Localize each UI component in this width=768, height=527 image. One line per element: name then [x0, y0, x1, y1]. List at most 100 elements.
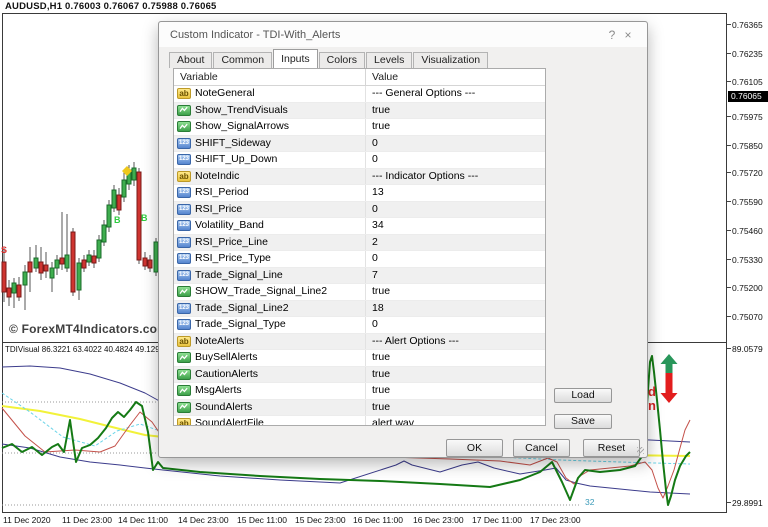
param-row-Trade_Signal_Type[interactable]: 123Trade_Signal_Type0 [174, 317, 545, 334]
tab-common[interactable]: Common [213, 52, 272, 68]
ok-button[interactable]: OK [446, 439, 503, 457]
param-row-RSI_Period[interactable]: 123RSI_Period13 [174, 185, 545, 202]
param-name: SoundAlertFile [195, 416, 264, 426]
param-row-NoteAlerts[interactable]: abNoteAlerts--- Alert Options --- [174, 334, 545, 351]
param-value[interactable]: alert.wav [365, 416, 545, 426]
price-scale-label: 0.75070 [732, 312, 763, 322]
bool-type-icon [177, 369, 191, 380]
str-type-icon: ab [177, 171, 191, 182]
param-value[interactable]: 18 [365, 301, 545, 317]
param-value[interactable]: true [365, 119, 545, 135]
tab-colors[interactable]: Colors [319, 52, 365, 68]
param-name: Trade_Signal_Line [195, 268, 283, 284]
level-32-label: 32 [585, 497, 594, 507]
param-row-Trade_Signal_Line[interactable]: 123Trade_Signal_Line7 [174, 268, 545, 285]
param-value[interactable]: 34 [365, 218, 545, 234]
time-axis-label: 16 Dec 11:00 [353, 515, 403, 525]
param-value[interactable]: 7 [365, 268, 545, 284]
param-row-RSI_Price_Line[interactable]: 123RSI_Price_Line2 [174, 235, 545, 252]
param-row-SHOW_Trade_Signal_Line2[interactable]: SHOW_Trade_Signal_Line2 true [174, 284, 545, 301]
price-scale-label: 29.8991 [732, 498, 763, 508]
tab-about[interactable]: About [169, 52, 212, 68]
param-row-NoteGeneral[interactable]: abNoteGeneral--- General Options --- [174, 86, 545, 103]
int-type-icon: 123 [177, 154, 191, 165]
time-axis-label: 15 Dec 11:00 [237, 515, 287, 525]
price-scale-label: 0.75460 [732, 226, 763, 236]
param-value[interactable]: --- Indicator Options --- [365, 169, 545, 185]
param-name: NoteIndic [195, 169, 239, 185]
param-row-Volatility_Band[interactable]: 123Volatility_Band34 [174, 218, 545, 235]
bool-type-icon [177, 121, 191, 132]
time-axis-label: 14 Dec 11:00 [118, 515, 168, 525]
time-axis-label: 17 Dec 11:00 [472, 515, 522, 525]
param-row-Show_TrendVisuals[interactable]: Show_TrendVisuals true [174, 103, 545, 120]
price-scale-label: 0.75975 [732, 112, 763, 122]
close-icon[interactable]: × [620, 28, 636, 42]
inputs-table-header: Variable Value [174, 69, 545, 86]
resize-grip[interactable] [637, 447, 644, 454]
int-type-icon: 123 [177, 237, 191, 248]
dialog-tabs: AboutCommonInputsColorsLevelsVisualizati… [169, 50, 489, 68]
save-button[interactable]: Save [554, 414, 612, 429]
param-row-SoundAlertFile[interactable]: abSoundAlertFilealert.wav [174, 416, 545, 426]
price-scale-label: 0.75590 [732, 197, 763, 207]
param-name: Trade_Signal_Type [195, 317, 286, 333]
param-row-RSI_Price_Type[interactable]: 123RSI_Price_Type0 [174, 251, 545, 268]
inputs-table-rows: abNoteGeneral--- General Options ---Show… [174, 86, 545, 426]
param-name: SHOW_Trade_Signal_Line2 [195, 284, 327, 300]
param-value[interactable]: 0 [365, 152, 545, 168]
tab-levels[interactable]: Levels [366, 52, 412, 68]
param-row-BuySellAlerts[interactable]: BuySellAlertstrue [174, 350, 545, 367]
param-row-MsgAlerts[interactable]: MsgAlertstrue [174, 383, 545, 400]
tab-inputs[interactable]: Inputs [273, 49, 318, 68]
load-button[interactable]: Load [554, 388, 612, 403]
param-value[interactable]: 0 [365, 136, 545, 152]
param-name: Show_TrendVisuals [195, 103, 288, 119]
price-scale-label: 0.75850 [732, 141, 763, 151]
watermark: © ForexMT4Indicators.com [9, 322, 168, 336]
param-value[interactable]: true [365, 103, 545, 119]
param-name: Volatility_Band [195, 218, 264, 234]
param-row-SoundAlerts[interactable]: SoundAlertstrue [174, 400, 545, 417]
price-scale-label: 0.76365 [732, 20, 763, 30]
param-row-NoteIndic[interactable]: ab NoteIndic --- Indicator Options --- [174, 169, 545, 186]
param-name: Show_SignalArrows [195, 119, 289, 135]
param-value[interactable]: true [365, 284, 545, 300]
param-row-SHIFT_Sideway[interactable]: 123SHIFT_Sideway0 [174, 136, 545, 153]
param-row-RSI_Price[interactable]: 123RSI_Price0 [174, 202, 545, 219]
price-scale-label: 0.75330 [732, 255, 763, 265]
param-value[interactable]: 2 [365, 235, 545, 251]
indicator-values-label: TDIVisual 86.3221 63.4022 40.4824 49.129… [5, 345, 164, 354]
param-row-CautionAlerts[interactable]: CautionAlertstrue [174, 367, 545, 384]
mt4-chart-window: AUDUSD,H1 0.76003 0.76067 0.75988 0.7606… [0, 0, 768, 527]
param-value[interactable]: --- General Options --- [365, 86, 545, 102]
column-header-variable: Variable [174, 69, 365, 85]
dialog-titlebar[interactable]: Custom Indicator - TDI-With_Alerts ? × [159, 22, 647, 47]
tab-visualization[interactable]: Visualization [413, 52, 488, 68]
param-value[interactable]: true [365, 383, 545, 399]
param-value[interactable]: true [365, 367, 545, 383]
param-value[interactable]: true [365, 350, 545, 366]
price-scale-label: 0.75200 [732, 283, 763, 293]
param-row-SHIFT_Up_Down[interactable]: 123 SHIFT_Up_Down 0 [174, 152, 545, 169]
param-name: SHIFT_Up_Down [195, 152, 277, 168]
time-axis-label: 11 Dec 23:00 [62, 515, 112, 525]
param-value[interactable]: --- Alert Options --- [365, 334, 545, 350]
time-axis-label: 14 Dec 23:00 [178, 515, 229, 525]
param-value[interactable]: 0 [365, 317, 545, 333]
param-row-Show_SignalArrows[interactable]: Show_SignalArrows true [174, 119, 545, 136]
cancel-button[interactable]: Cancel [513, 439, 570, 457]
help-icon[interactable]: ? [604, 28, 620, 42]
param-name: Trade_Signal_Line2 [195, 301, 289, 317]
param-value[interactable]: 0 [365, 202, 545, 218]
param-value[interactable]: 13 [365, 185, 545, 201]
param-value[interactable]: true [365, 400, 545, 416]
reset-button[interactable]: Reset [583, 439, 640, 457]
indicator-properties-dialog: Custom Indicator - TDI-With_Alerts ? × A… [158, 21, 648, 458]
param-value[interactable]: 0 [365, 251, 545, 267]
chart-ohlc-line: AUDUSD,H1 0.76003 0.76067 0.75988 0.7606… [5, 1, 217, 12]
param-row-Trade_Signal_Line2[interactable]: 123Trade_Signal_Line218 [174, 301, 545, 318]
int-type-icon: 123 [177, 204, 191, 215]
bool-type-icon [177, 385, 191, 396]
bool-type-icon [177, 402, 191, 413]
